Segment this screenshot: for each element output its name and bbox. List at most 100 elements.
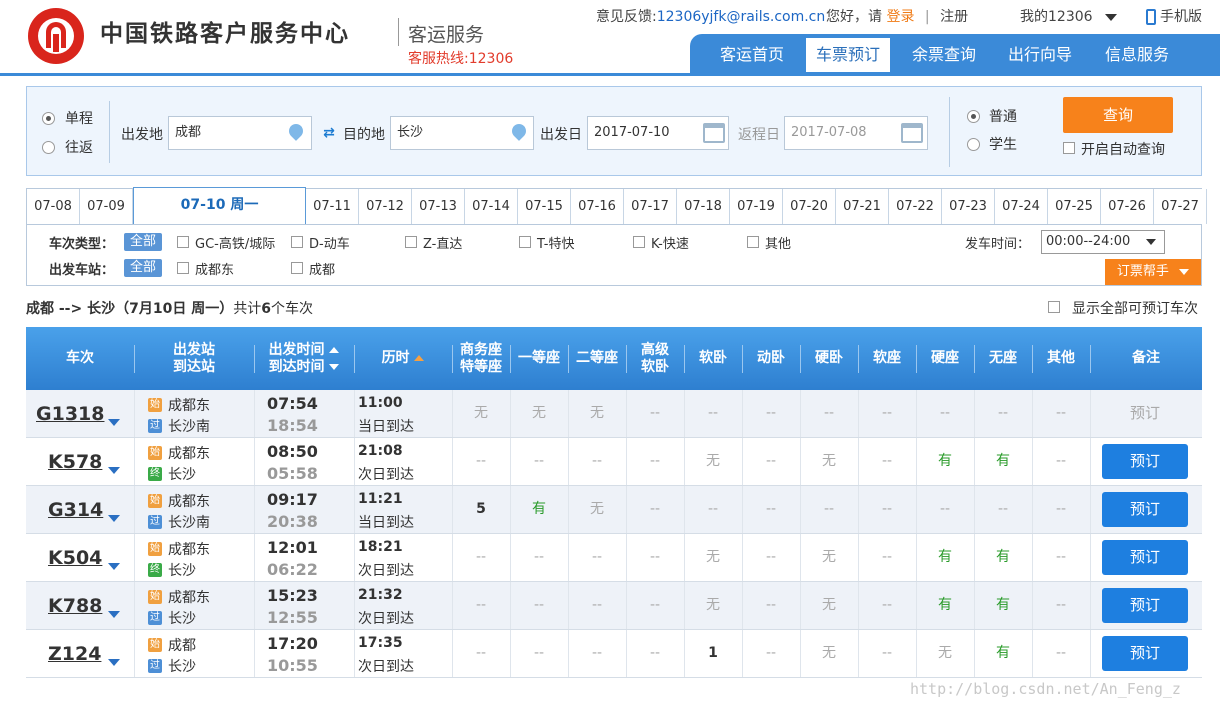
station-chengdudong-checkbox[interactable]: [177, 262, 189, 274]
nav-home[interactable]: 客运首页: [710, 38, 794, 72]
seat-second: --: [591, 645, 603, 661]
type-k-checkbox[interactable]: [633, 236, 645, 248]
date-tab[interactable]: 07-19: [730, 189, 783, 224]
seat-premium-sleeper: --: [649, 597, 661, 613]
col-train: 车次: [66, 350, 94, 366]
col-duration[interactable]: 历时: [354, 327, 452, 390]
origin-badge: 始: [148, 590, 162, 604]
train-number-link[interactable]: Z124: [48, 643, 101, 665]
nav-travel-guide[interactable]: 出行向导: [998, 38, 1082, 72]
date-tab[interactable]: 07-25: [1048, 189, 1101, 224]
date-tab[interactable]: 07-24: [995, 189, 1048, 224]
col-first: 一等座: [518, 350, 560, 366]
book-button[interactable]: 预订: [1102, 540, 1188, 575]
date-tab[interactable]: 07-09: [80, 189, 133, 224]
chevron-down-icon[interactable]: [108, 515, 120, 522]
date-tab[interactable]: 07-21: [836, 189, 889, 224]
book-button[interactable]: 预订: [1102, 444, 1188, 479]
to-station: 长沙: [168, 611, 196, 627]
nav-ticket-booking[interactable]: 车票预订: [806, 38, 891, 72]
type-gc-checkbox[interactable]: [177, 236, 189, 248]
my-12306-menu[interactable]: 我的12306: [1020, 6, 1117, 26]
duration: 11:21: [358, 491, 403, 507]
type-other-label: 其他: [765, 237, 792, 252]
seat-soft-sleeper: --: [707, 501, 719, 517]
book-button[interactable]: 预订: [1102, 396, 1188, 431]
nav-info-service[interactable]: 信息服务: [1095, 38, 1179, 72]
station-chengdu-label: 成都: [309, 263, 336, 278]
destination-badge: 终: [148, 467, 162, 481]
date-tab[interactable]: 07-11: [306, 189, 359, 224]
duration: 18:21: [358, 539, 403, 555]
date-tab[interactable]: 07-20: [783, 189, 836, 224]
calendar-icon[interactable]: [901, 123, 923, 143]
date-tab[interactable]: 07-17: [624, 189, 677, 224]
train-number-link[interactable]: K504: [48, 547, 102, 569]
col-hard-sleeper: 硬卧: [815, 350, 843, 366]
type-t-checkbox[interactable]: [519, 236, 531, 248]
date-tab[interactable]: 07-26: [1101, 189, 1154, 224]
single-trip-radio[interactable]: [42, 112, 55, 125]
booking-helper-button[interactable]: 订票帮手: [1105, 259, 1201, 285]
chevron-down-icon[interactable]: [108, 659, 120, 666]
show-all-checkbox[interactable]: [1048, 301, 1060, 313]
type-d-label: D-动车: [309, 237, 350, 252]
train-number-link[interactable]: K788: [48, 595, 102, 617]
nav-ticket-query[interactable]: 余票查询: [902, 38, 986, 72]
date-tab[interactable]: 07-23: [942, 189, 995, 224]
date-tab[interactable]: 07-10 周一: [133, 187, 306, 225]
chevron-down-icon[interactable]: [108, 419, 120, 426]
calendar-icon[interactable]: [703, 123, 725, 143]
train-type-all-button[interactable]: 全部: [124, 233, 162, 251]
date-tab[interactable]: 07-12: [359, 189, 412, 224]
chevron-down-icon[interactable]: [108, 467, 120, 474]
swap-icon[interactable]: ⇄: [319, 125, 339, 141]
train-number-link[interactable]: G1318: [36, 403, 104, 425]
table-row: G314 始成都东过长沙南 09:17 20:38 11:21 当日到达 5 有 无 -- -- --…: [26, 486, 1202, 534]
date-tab[interactable]: 07-22: [889, 189, 942, 224]
chevron-down-icon[interactable]: [108, 563, 120, 570]
book-button[interactable]: 预订: [1102, 492, 1188, 527]
arrival-day: 次日到达: [358, 611, 414, 627]
station-all-button[interactable]: 全部: [124, 259, 162, 277]
mobile-link[interactable]: 手机版: [1146, 6, 1202, 26]
login-link[interactable]: 登录: [886, 9, 914, 25]
chevron-down-icon[interactable]: [108, 611, 120, 618]
search-button[interactable]: 查询: [1063, 97, 1173, 133]
round-trip-radio[interactable]: [42, 141, 55, 154]
feedback-email-link[interactable]: 12306yjfk@rails.com.cn: [657, 9, 826, 25]
book-button[interactable]: 预订: [1102, 636, 1188, 671]
type-other-checkbox[interactable]: [747, 236, 759, 248]
feedback: 意见反馈:12306yjfk@rails.com.cn: [596, 6, 825, 26]
sort-up-icon: [414, 355, 425, 361]
normal-ticket-radio[interactable]: [967, 110, 980, 123]
seat-hard-sleeper: --: [823, 501, 835, 517]
date-tab[interactable]: 07-15: [518, 189, 571, 224]
from-station: 成都东: [168, 494, 210, 510]
type-z-checkbox[interactable]: [405, 236, 417, 248]
date-tab[interactable]: 07-14: [465, 189, 518, 224]
date-tab[interactable]: 07-27: [1154, 189, 1207, 224]
date-tab[interactable]: 07-18: [677, 189, 730, 224]
seat-dong-sleeper: --: [765, 645, 777, 661]
seat-hard-seat: 无: [938, 645, 952, 661]
date-tab[interactable]: 07-16: [571, 189, 624, 224]
register-link[interactable]: 注册: [940, 9, 968, 25]
seat-soft-sleeper: --: [707, 405, 719, 421]
station-chengdu-checkbox[interactable]: [291, 262, 303, 274]
type-d-checkbox[interactable]: [291, 236, 303, 248]
railway-logo-icon[interactable]: [28, 8, 84, 64]
train-number-link[interactable]: G314: [48, 499, 103, 521]
seat-second: 无: [590, 501, 604, 517]
book-button[interactable]: 预订: [1102, 588, 1188, 623]
site-subtitle: 客运服务: [408, 24, 485, 46]
seat-dong-sleeper: --: [765, 501, 777, 517]
date-tab[interactable]: 07-13: [412, 189, 465, 224]
auto-query-checkbox[interactable]: [1063, 142, 1075, 154]
col-times[interactable]: 出发时间 到达时间: [254, 327, 354, 390]
train-number-link[interactable]: K578: [48, 451, 102, 473]
to-station: 长沙: [168, 659, 196, 675]
date-tab[interactable]: 07-08: [27, 189, 80, 224]
depart-time-select[interactable]: 00:00--24:00: [1041, 230, 1165, 254]
student-ticket-radio[interactable]: [967, 138, 980, 151]
